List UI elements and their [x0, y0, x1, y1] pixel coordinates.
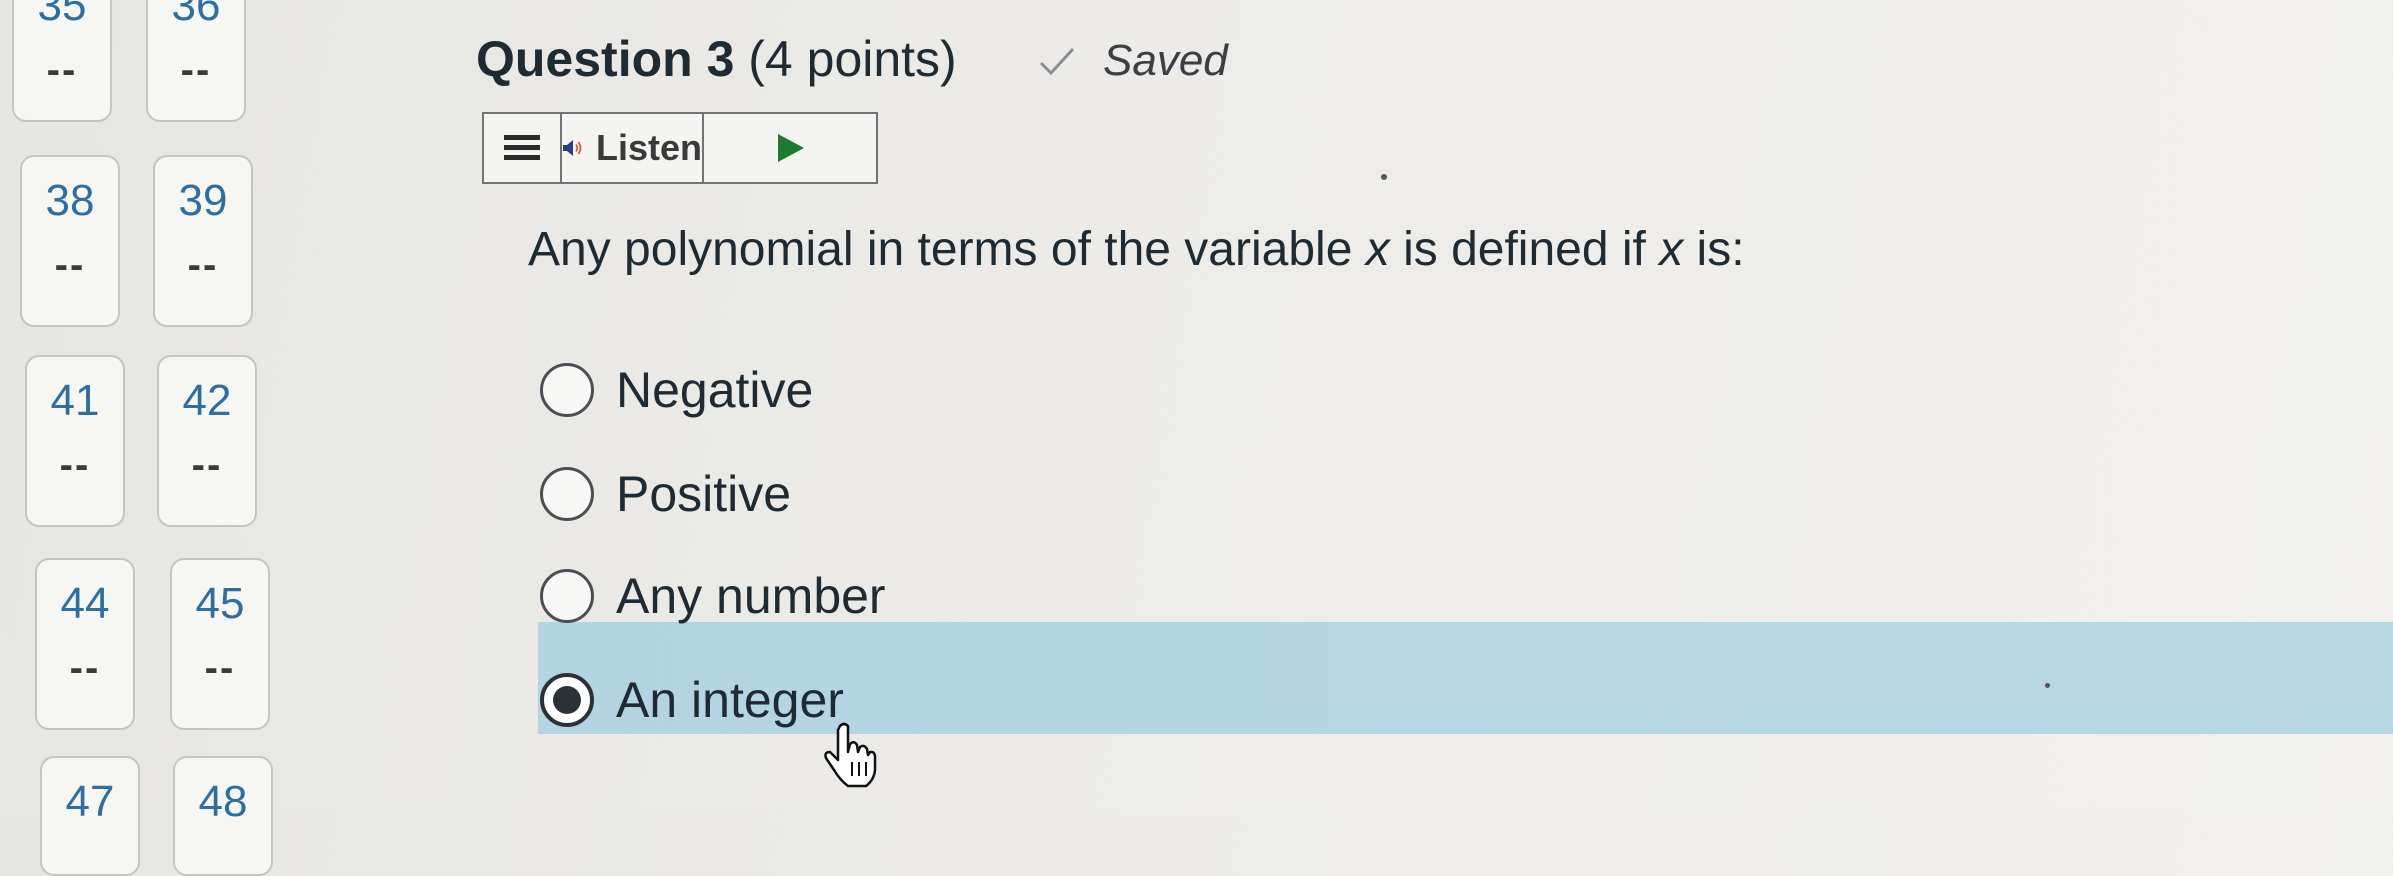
- option-label: Any number: [616, 568, 886, 624]
- question-text-part: is:: [1683, 223, 1745, 276]
- listen-label: Listen: [595, 127, 702, 168]
- tile-number: 47: [65, 777, 115, 826]
- radio-button[interactable]: [540, 467, 594, 521]
- option-label: Negative: [616, 362, 814, 418]
- tile-number: 39: [178, 176, 228, 225]
- answer-option-an-integer[interactable]: An integer: [540, 650, 844, 750]
- question-points: (4 points): [748, 31, 957, 87]
- tile-status: --: [69, 646, 101, 690]
- saved-status: Saved: [1035, 36, 1228, 86]
- tile-number: 35: [37, 0, 87, 30]
- variable-x: x: [1659, 223, 1684, 276]
- question-tile-39[interactable]: 39 --: [153, 155, 253, 327]
- question-tile-38[interactable]: 38 --: [20, 155, 120, 327]
- saved-label: Saved: [1103, 36, 1228, 85]
- question-number: Question 3: [476, 31, 735, 87]
- question-tile-44[interactable]: 44 --: [35, 558, 135, 730]
- question-tile-35[interactable]: 35 --: [12, 0, 112, 122]
- tile-number: 42: [182, 376, 232, 425]
- question-title: Question 3 (4 points): [476, 30, 957, 88]
- play-icon: [778, 134, 804, 162]
- screen-speck: [2045, 683, 2050, 688]
- listen-button[interactable]: Listen: [562, 114, 704, 182]
- speaker-icon: [562, 140, 582, 156]
- tile-number: 36: [171, 0, 221, 30]
- tile-status: --: [54, 243, 86, 287]
- question-tile-47[interactable]: 47: [40, 756, 140, 876]
- play-button[interactable]: [704, 114, 876, 182]
- tile-status: --: [180, 48, 212, 92]
- tile-number: 41: [50, 376, 100, 425]
- question-tile-42[interactable]: 42 --: [157, 355, 257, 527]
- question-tile-45[interactable]: 45 --: [170, 558, 270, 730]
- hamburger-menu-icon: [504, 135, 540, 160]
- checkmark-icon: [1039, 47, 1075, 76]
- variable-x: x: [1365, 223, 1390, 276]
- question-text: Any polynomial in terms of the variable …: [528, 222, 1745, 277]
- tile-number: 45: [195, 579, 245, 628]
- tile-number: 44: [60, 579, 110, 628]
- tile-status: --: [46, 48, 78, 92]
- screen-speck: [1381, 174, 1387, 180]
- option-label: An integer: [616, 672, 844, 728]
- tile-number: 48: [198, 777, 248, 826]
- tile-status: --: [204, 646, 236, 690]
- tile-status: --: [191, 443, 223, 487]
- radio-button[interactable]: [540, 569, 594, 623]
- tile-number: 38: [45, 176, 95, 225]
- answer-option-negative[interactable]: Negative: [540, 340, 813, 440]
- answer-option-any-number[interactable]: Any number: [540, 546, 886, 646]
- hand-pointer-cursor-icon: [824, 722, 877, 788]
- question-tile-48[interactable]: 48: [173, 756, 273, 876]
- question-text-part: is defined if: [1389, 223, 1660, 276]
- menu-button[interactable]: [484, 114, 562, 182]
- tile-status: --: [59, 443, 91, 487]
- question-navigator: 35 -- 36 -- 38 -- 39 -- 41 -- 42 -- 44 -…: [0, 0, 290, 876]
- question-tile-41[interactable]: 41 --: [25, 355, 125, 527]
- answer-option-positive[interactable]: Positive: [540, 444, 791, 544]
- listen-toolbar: Listen: [482, 112, 878, 184]
- question-tile-36[interactable]: 36 --: [146, 0, 246, 122]
- tile-status: --: [187, 243, 219, 287]
- radio-button-selected[interactable]: [540, 673, 594, 727]
- question-text-part: Any polynomial in terms of the variable: [528, 223, 1366, 276]
- option-label: Positive: [616, 466, 792, 522]
- radio-button[interactable]: [540, 363, 594, 417]
